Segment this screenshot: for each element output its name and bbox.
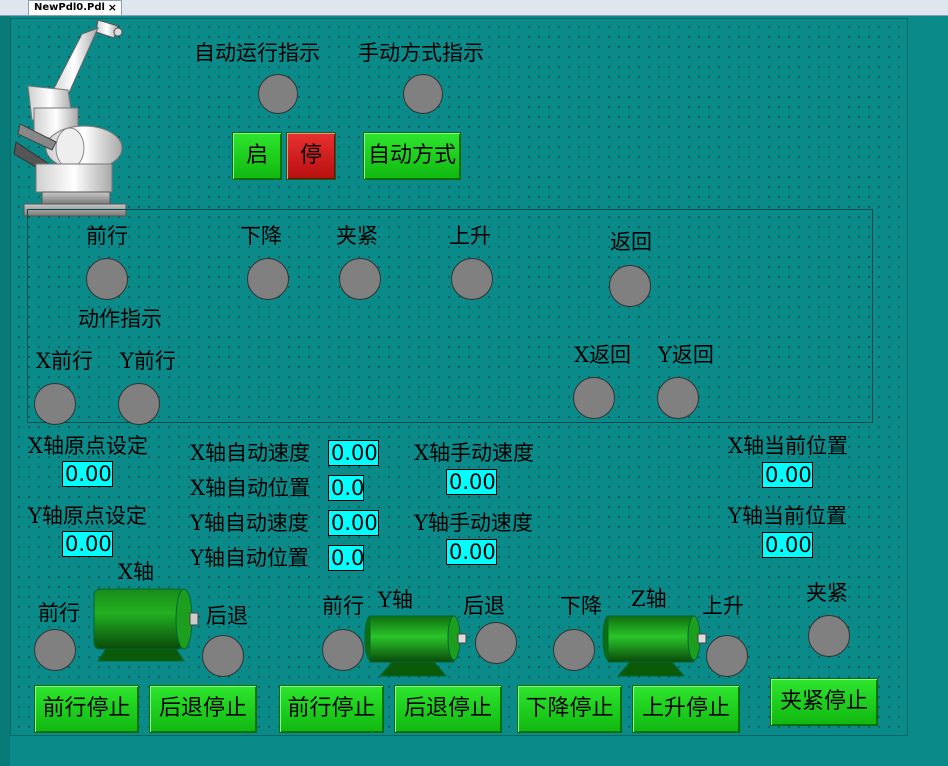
y-backward-stop-button[interactable]: 后退停止 [394, 685, 502, 733]
y-forward-stop-button[interactable]: 前行停止 [279, 685, 384, 733]
return-label: 返回 [610, 230, 652, 254]
forward-label: 前行 [86, 224, 128, 248]
y-auto-pos-label: Y轴自动位置 [190, 546, 309, 570]
y-forward-motor-lamp [322, 629, 364, 671]
x-forward-motor-label: 前行 [38, 601, 80, 625]
x-forward-stop-button[interactable]: 前行停止 [34, 685, 139, 733]
x-return-label: X返回 [574, 343, 631, 367]
x-auto-pos-label: X轴自动位置 [190, 476, 310, 500]
z-motor-icon [602, 615, 707, 677]
z-ascend-stop-button[interactable]: 上升停止 [632, 685, 740, 733]
z-descend-motor-label: 下降 [560, 594, 602, 618]
y-forward-motor-label: 前行 [322, 594, 364, 618]
y-manual-speed-label: Y轴手动速度 [414, 511, 533, 535]
x-backward-stop-button[interactable]: 后退停止 [149, 685, 257, 733]
clamp-stop-button[interactable]: 夹紧停止 [770, 678, 878, 726]
clamp-label: 夹紧 [336, 224, 378, 248]
x-auto-speed-label: X轴自动速度 [190, 441, 310, 465]
close-icon[interactable]: × [108, 1, 117, 15]
y-current-pos-label: Y轴当前位置 [728, 504, 847, 528]
x-motor-icon [93, 588, 199, 662]
y-origin-value[interactable]: 0.00 [62, 531, 113, 557]
y-axis-label: Y轴 [378, 588, 413, 612]
return-lamp [609, 265, 651, 307]
y-backward-motor-lamp [475, 622, 517, 664]
x-current-pos-value: 0.00 [762, 462, 813, 488]
left-strip [0, 16, 10, 766]
x-manual-speed-label: X轴手动速度 [414, 441, 534, 465]
manual-mode-lamp [403, 74, 443, 114]
y-backward-motor-label: 后退 [463, 594, 505, 618]
forward-lamp [86, 258, 128, 300]
x-auto-speed-value[interactable]: 0.00 [328, 440, 379, 466]
clamp-lamp [339, 258, 381, 300]
z-axis-label: Z轴 [631, 587, 667, 611]
robot-arm-icon [13, 19, 127, 217]
z-descend-stop-button[interactable]: 下降停止 [517, 685, 622, 733]
x-auto-pos-value[interactable]: 0.0 [328, 475, 364, 501]
y-auto-speed-label: Y轴自动速度 [190, 511, 309, 535]
start-button[interactable]: 启 [232, 132, 282, 180]
auto-run-lamp [258, 74, 298, 114]
y-manual-speed-value[interactable]: 0.00 [446, 539, 497, 565]
auto-mode-button[interactable]: 自动方式 [363, 132, 461, 180]
y-return-label: Y返回 [658, 343, 714, 367]
descend-label: 下降 [240, 224, 282, 248]
z-ascend-motor-label: 上升 [702, 594, 744, 618]
x-origin-label: X轴原点设定 [28, 434, 148, 458]
x-return-lamp [573, 377, 615, 419]
document-tab-bar: NewPdl0.Pdl × [0, 0, 948, 16]
y-origin-label: Y轴原点设定 [28, 504, 147, 528]
stop-button[interactable]: 停 [286, 132, 336, 180]
clamp-motor-lamp [808, 615, 850, 657]
y-forward-label: Y前行 [120, 349, 176, 373]
auto-run-indicator-label: 自动运行指示 [194, 41, 320, 65]
x-backward-motor-label: 后退 [206, 604, 248, 628]
y-return-lamp [657, 377, 699, 419]
clamp-motor-label: 夹紧 [806, 581, 848, 605]
ascend-lamp [451, 258, 493, 300]
x-forward-label: X前行 [36, 349, 93, 373]
tab-title: NewPdl0.Pdl [34, 2, 105, 13]
action-indicator-label: 动作指示 [78, 307, 162, 331]
z-descend-motor-lamp [553, 629, 595, 671]
x-axis-label: X轴 [118, 560, 154, 584]
descend-lamp [247, 258, 289, 300]
y-forward-lamp [118, 383, 160, 425]
manual-mode-indicator-label: 手动方式指示 [358, 41, 484, 65]
x-manual-speed-value[interactable]: 0.00 [446, 469, 497, 495]
z-ascend-motor-lamp [706, 635, 748, 677]
y-auto-speed-value[interactable]: 0.00 [328, 510, 379, 536]
x-backward-motor-lamp [202, 635, 244, 677]
x-origin-value[interactable]: 0.00 [62, 461, 113, 487]
y-motor-icon [364, 615, 467, 677]
x-forward-lamp [34, 383, 76, 425]
x-current-pos-label: X轴当前位置 [728, 434, 848, 458]
document-tab[interactable]: NewPdl0.Pdl × [28, 0, 122, 15]
y-current-pos-value: 0.00 [762, 532, 813, 558]
x-forward-motor-lamp [34, 629, 76, 671]
ascend-label: 上升 [449, 224, 491, 248]
y-auto-pos-value[interactable]: 0.0 [328, 545, 364, 571]
